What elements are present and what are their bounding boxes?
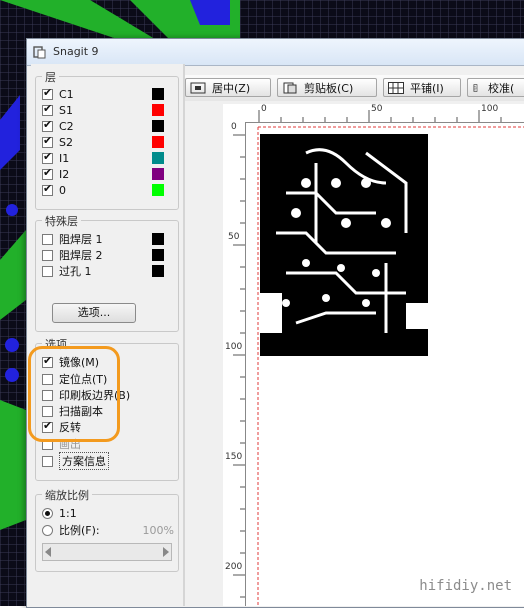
ruler-left-tick-label: 200 (225, 562, 243, 572)
layer-checkbox[interactable] (42, 118, 53, 132)
print-preview-canvas[interactable] (246, 123, 524, 606)
layer-row-i1[interactable]: I1 (42, 150, 69, 166)
special-layer-row[interactable]: 阻焊层 2 (42, 247, 103, 263)
layer-label: I2 (59, 167, 70, 181)
tile-icon (388, 81, 404, 94)
tile-button[interactable]: 平铺(I) (383, 78, 461, 97)
scale-ratio[interactable]: 比例(F): 100% (42, 522, 174, 538)
layer-row-s1[interactable]: S1 (42, 102, 73, 118)
vertical-ruler: 0 50 100 150 200 (223, 122, 246, 606)
layer-row-c2[interactable]: C2 (42, 118, 74, 134)
layer-checkbox[interactable] (42, 166, 53, 180)
window-title: Snagit 9 (53, 45, 99, 58)
layer-row-i2[interactable]: I2 (42, 166, 69, 182)
special-layer-swatch[interactable] (152, 265, 164, 277)
option-project-info[interactable]: 方案信息 (42, 452, 109, 470)
horizontal-ruler: 0 50 100 (223, 104, 524, 123)
layer-color-swatch[interactable] (152, 136, 164, 148)
ruler-top-tick-label: 50 (371, 104, 383, 114)
pcb-artwork-preview (260, 134, 428, 356)
layer-row-0[interactable]: 0 (42, 182, 66, 198)
layer-checkbox[interactable] (42, 86, 53, 100)
slider-left-arrow-icon[interactable] (45, 547, 51, 557)
layer-checkbox[interactable] (42, 102, 53, 116)
ruler-left-tick-label: 150 (225, 452, 243, 462)
options-button[interactable]: 选项... (52, 303, 136, 323)
clipboard-icon (283, 82, 297, 93)
layer-label: C2 (59, 119, 74, 133)
scale-group-title: 缩放比例 (42, 487, 92, 503)
ruler-left-tick-label: 50 (228, 232, 240, 242)
scale-radio-label: 1:1 (59, 506, 77, 520)
special-layer-label: 阻焊层 1 (59, 233, 103, 246)
scale-ratio-value: 100% (142, 523, 174, 537)
special-layer-checkbox[interactable] (42, 265, 53, 277)
special-layer-label: 过孔 1 (59, 265, 92, 278)
layers-group-title: 层 (42, 69, 59, 85)
layer-label: 0 (59, 183, 66, 197)
scale-group: 缩放比例 1:1 比例(F): 100% (35, 487, 179, 572)
ruler-left-tick-label: 100 (225, 342, 243, 352)
center-icon (190, 82, 206, 93)
scale-radio[interactable] (42, 524, 53, 536)
clipboard-button[interactable]: 剪贴板(C) (277, 78, 377, 97)
special-layer-row[interactable]: 阻焊层 1 (42, 231, 103, 247)
special-layers-group: 特殊层 阻焊层 1 阻焊层 2 过孔 1 选项... (35, 213, 179, 332)
layer-color-swatch[interactable] (152, 120, 164, 132)
clipboard-button-label: 剪贴板(C) (304, 81, 354, 95)
special-layer-label: 阻焊层 2 (59, 249, 103, 262)
special-layer-row[interactable]: 过孔 1 (42, 263, 92, 279)
tile-button-label: 平铺(I) (410, 81, 444, 95)
ruler-top-tick-label: 0 (261, 104, 267, 114)
highlight-callout-ring (28, 346, 120, 442)
layer-color-swatch[interactable] (152, 184, 164, 196)
scale-radio-label: 比例(F): (59, 524, 100, 537)
option-checkbox[interactable] (42, 455, 53, 467)
special-layer-checkbox[interactable] (42, 249, 53, 261)
left-settings-panel: 层 C1 S1 C2 S2 I1 I2 0 特殊层 阻焊层 1 阻焊层 2 过孔… (31, 64, 183, 606)
scale-slider[interactable] (42, 543, 172, 561)
scale-radio[interactable] (42, 507, 53, 519)
preview-toolbar: 居中(Z) 剪贴板(C) 平铺(I) 校准( (185, 75, 524, 102)
layer-label: S1 (59, 103, 73, 117)
ruler-top-tick-label: 100 (481, 104, 499, 114)
option-label: 方案信息 (59, 452, 109, 470)
layer-checkbox[interactable] (42, 150, 53, 164)
center-button[interactable]: 居中(Z) (185, 78, 271, 97)
scale-one-to-one[interactable]: 1:1 (42, 505, 77, 521)
special-layer-swatch[interactable] (152, 233, 164, 245)
layer-color-swatch[interactable] (152, 104, 164, 116)
layers-group: 层 C1 S1 C2 S2 I1 I2 0 (35, 69, 179, 210)
layer-label: C1 (59, 87, 74, 101)
special-layer-checkbox[interactable] (42, 233, 53, 245)
layer-checkbox[interactable] (42, 134, 53, 148)
snagit-app-icon (33, 46, 46, 59)
center-button-label: 居中(Z) (212, 81, 251, 95)
title-bar: Snagit 9 (27, 39, 524, 66)
layer-label: I1 (59, 151, 70, 165)
layer-row-c1[interactable]: C1 (42, 86, 74, 102)
layer-color-swatch[interactable] (152, 152, 164, 164)
slider-right-arrow-icon[interactable] (163, 547, 169, 557)
special-layer-swatch[interactable] (152, 249, 164, 261)
ruler-left-tick-label: 0 (231, 122, 237, 132)
layer-checkbox[interactable] (42, 182, 53, 196)
layer-color-swatch[interactable] (152, 88, 164, 100)
watermark: hifidiy.net (419, 578, 512, 594)
special-layers-title: 特殊层 (42, 213, 81, 229)
calibrate-icon (473, 83, 478, 92)
layer-color-swatch[interactable] (152, 168, 164, 180)
calibrate-button-label: 校准( (488, 81, 515, 95)
layer-row-s2[interactable]: S2 (42, 134, 73, 150)
calibrate-button[interactable]: 校准( (467, 78, 524, 97)
layer-label: S2 (59, 135, 73, 149)
